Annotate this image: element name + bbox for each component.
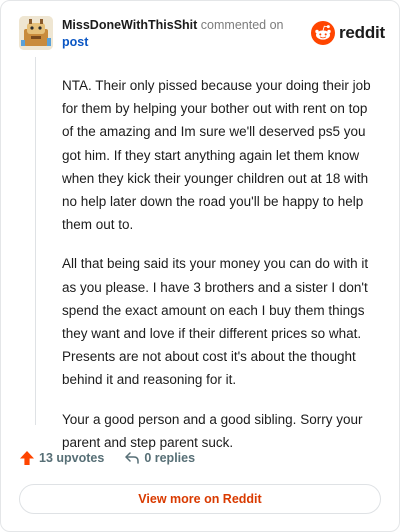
post-link[interactable]: post [62,35,88,49]
upvote-count: 13 upvotes [39,451,105,465]
comment-actions: 13 upvotes 0 replies [19,450,195,466]
reddit-wordmark: reddit [339,23,386,42]
comment-paragraph: NTA. Their only pissed because your doin… [62,78,371,233]
reddit-logo[interactable]: reddit [311,21,385,45]
reply-count: 0 replies [144,451,196,465]
thread-line[interactable] [35,57,36,425]
avatar[interactable] [19,16,53,50]
comment-paragraph: All that being said its your money you c… [62,256,369,388]
comment-paragraph: Your a good person and a good sibling. S… [62,411,363,450]
reply-arrow-icon [125,452,140,464]
avatar-image [19,16,53,50]
upvote-button[interactable]: 13 upvotes [19,450,104,466]
author-name[interactable]: MissDoneWithThisShit [62,18,197,32]
comment-card: MissDoneWithThisShit commented on post r… [0,0,400,532]
upvote-arrow-icon [20,451,34,465]
reply-button[interactable]: 0 replies [124,450,195,466]
view-more-button[interactable]: View more on Reddit [19,484,381,514]
reddit-snoo-icon [311,21,335,45]
comment-body: NTA. Their only pissed because your doin… [62,74,380,470]
commented-on-text: commented on [200,18,284,32]
comment-header: MissDoneWithThisShit commented on post [62,17,312,51]
